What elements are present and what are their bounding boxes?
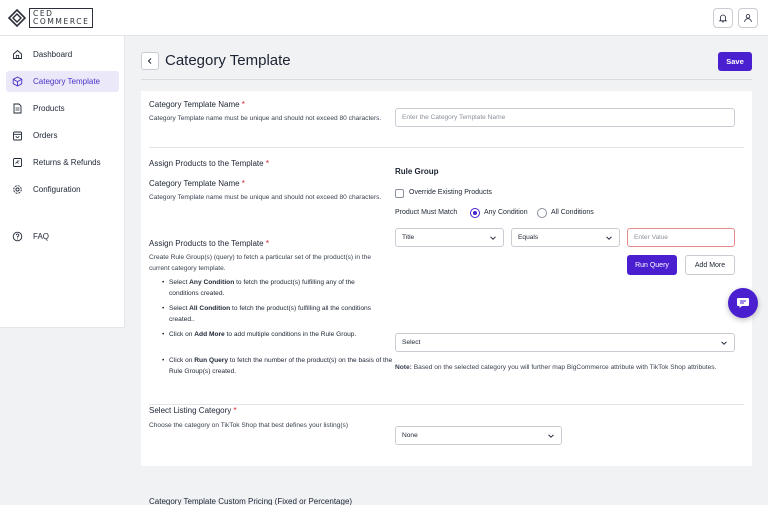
top-bar: CED COMMERCE	[0, 0, 768, 36]
template-form-card: Category Template Name * Category Templa…	[141, 91, 752, 466]
chevron-down-icon	[490, 236, 496, 240]
assign-products-label: Assign Products to the Template *	[149, 159, 269, 168]
bell-icon	[718, 14, 728, 23]
help-bullet: Select Any Condition to fetch the produc…	[162, 277, 384, 299]
help-circle-icon	[11, 231, 23, 243]
home-icon	[11, 49, 23, 61]
template-name-input[interactable]: Enter the Category Template Name	[395, 108, 735, 127]
sidebar-item-label: Dashboard	[33, 50, 73, 59]
help-bullet: Select All Condition to fetch the produc…	[162, 303, 384, 325]
sidebar-item-faq[interactable]: FAQ	[6, 226, 119, 247]
condition-value-input[interactable]: Enter Value	[627, 228, 735, 247]
sidebar-item-configuration[interactable]: Configuration	[6, 179, 119, 200]
override-checkbox[interactable]	[395, 189, 404, 198]
template-name-help-dup: Category Template name must be unique an…	[149, 194, 382, 201]
template-name-label-dup: Category Template Name *	[149, 179, 245, 188]
match-label: Product Must Match	[395, 209, 458, 216]
sidebar-item-returns-refunds[interactable]: Returns & Refunds	[6, 152, 119, 173]
template-name-label: Category Template Name *	[149, 100, 245, 109]
document-icon	[11, 103, 23, 115]
save-button[interactable]: Save	[718, 52, 752, 71]
chat-support-button[interactable]	[728, 288, 758, 318]
sidebar-item-products[interactable]: Products	[6, 98, 119, 119]
any-condition-label: Any Condition	[484, 209, 528, 216]
listing-category-label: Select Listing Category *	[149, 406, 237, 415]
sidebar-item-label: Returns & Refunds	[33, 158, 101, 167]
listing-category-help: Choose the category on TikTok Shop that …	[149, 422, 349, 429]
all-conditions-radio[interactable]	[537, 208, 547, 218]
sidebar-item-label: Configuration	[33, 185, 81, 194]
chat-bubble-icon	[737, 298, 749, 308]
cube-icon	[11, 76, 23, 88]
sidebar-item-dashboard[interactable]: Dashboard	[6, 44, 119, 65]
logo-mark-icon	[7, 8, 27, 28]
all-conditions-label: All Conditions	[551, 209, 594, 216]
chevron-down-icon	[548, 434, 554, 438]
shopping-bag-icon	[11, 130, 23, 142]
operator-select[interactable]: Equals	[511, 228, 620, 247]
user-profile-button[interactable]	[738, 8, 758, 28]
template-name-help: Category Template name must be unique an…	[149, 115, 382, 122]
custom-pricing-label: Category Template Custom Pricing (Fixed …	[149, 497, 353, 505]
chevron-left-icon	[147, 58, 152, 64]
listing-category-value: None	[402, 432, 418, 439]
sidebar-item-label: Orders	[33, 131, 58, 140]
title-divider	[141, 79, 752, 80]
category-select[interactable]: Select	[395, 333, 735, 352]
chevron-down-icon	[606, 236, 612, 240]
notifications-button[interactable]	[713, 8, 733, 28]
sidebar-item-label: Category Template	[33, 77, 100, 86]
any-condition-radio[interactable]	[470, 208, 480, 218]
operator-select-value: Equals	[518, 234, 539, 241]
brand-logo[interactable]: CED COMMERCE	[7, 8, 94, 28]
sidebar-item-category-template[interactable]: Category Template	[6, 71, 119, 92]
sidebar-item-label: FAQ	[33, 232, 50, 241]
help-bullet: Click on Run Query to fetch the number o…	[162, 355, 399, 377]
listing-category-select[interactable]: None	[395, 426, 562, 445]
rule-group-title: Rule Group	[395, 167, 439, 176]
user-icon	[744, 14, 752, 23]
assign-products-label-dup: Assign Products to the Template *	[149, 239, 269, 248]
sidebar-item-orders[interactable]: Orders	[6, 125, 119, 146]
category-select-value: Select	[402, 339, 421, 346]
field-select[interactable]: Title	[395, 228, 504, 247]
return-icon	[11, 157, 23, 169]
back-button[interactable]	[141, 52, 159, 70]
category-note: Note: Based on the selected category you…	[395, 364, 717, 371]
add-more-button[interactable]: Add More	[685, 255, 735, 275]
run-query-button[interactable]: Run Query	[627, 255, 677, 275]
help-bullet: Click on Add More to add multiple condit…	[162, 329, 384, 340]
chevron-down-icon	[721, 341, 727, 345]
sidebar-item-label: Products	[33, 104, 65, 113]
section-divider	[149, 147, 744, 148]
sidebar: Dashboard Category Template Products Ord…	[0, 36, 125, 328]
override-label: Override Existing Products	[409, 189, 492, 196]
field-select-value: Title	[402, 234, 415, 241]
section-divider	[149, 404, 744, 405]
gear-icon	[11, 184, 23, 196]
assign-products-intro: Create Rule Group(s) (query) to fetch a …	[149, 254, 372, 272]
logo-wordmark: CED COMMERCE	[29, 8, 94, 28]
page-title: Category Template	[165, 52, 291, 69]
